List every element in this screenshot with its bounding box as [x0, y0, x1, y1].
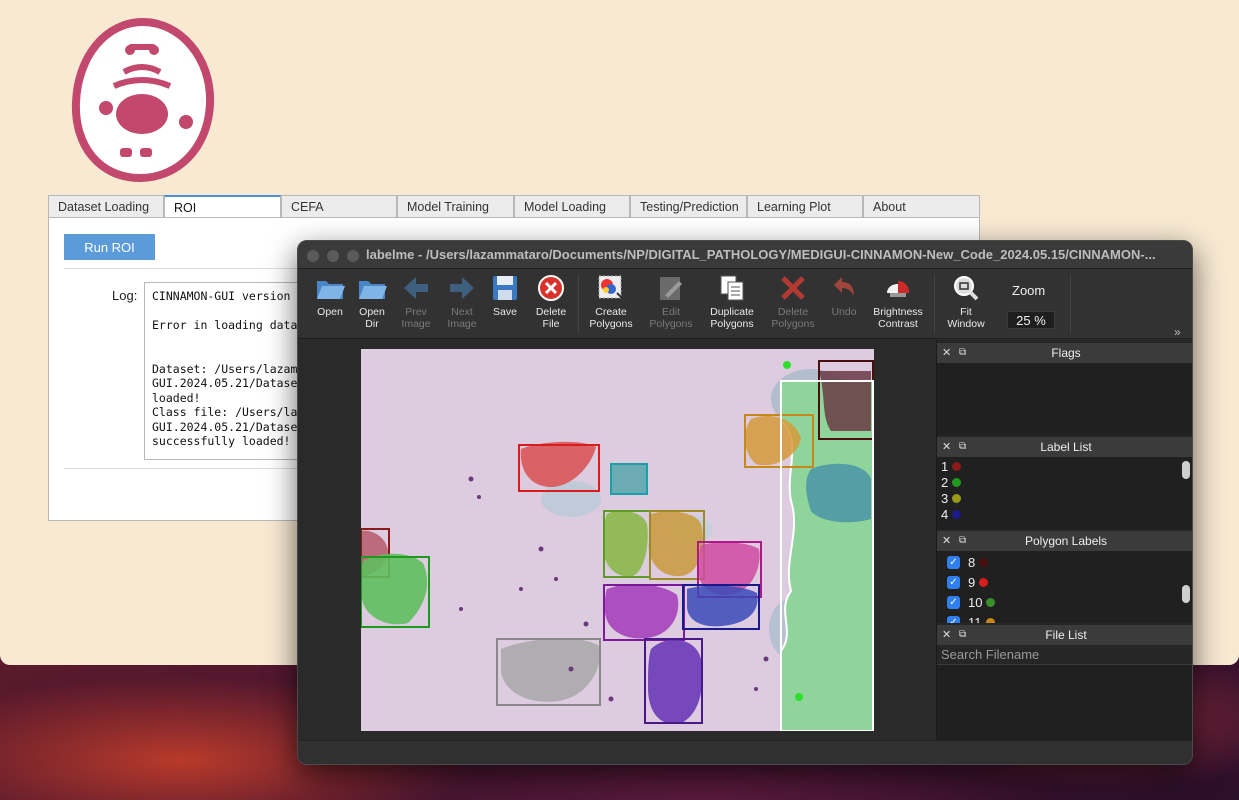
zoom-label: Zoom [1012, 283, 1046, 298]
create-polygon-icon [598, 275, 624, 300]
open-dir-button[interactable]: Open Dir [352, 273, 392, 330]
label-list-dock-header: ✕ ⧉ Label List [937, 437, 1192, 457]
list-item[interactable]: ✓ 9 [947, 575, 989, 590]
polygon-labels-scrollbar[interactable] [1182, 585, 1190, 603]
color-dot [952, 462, 962, 471]
tab-bar: Dataset Loading ROI CEFA Model Training … [48, 195, 980, 218]
arrow-left-icon [404, 277, 428, 299]
zoom-fit-icon [954, 276, 979, 301]
zoom-window-button[interactable] [347, 250, 359, 262]
prev-image-button[interactable]: Prev Image [396, 273, 436, 330]
float-dock-icon[interactable]: ⧉ [959, 437, 966, 457]
brightness-contrast-icon [887, 281, 909, 297]
toolbar-separator [934, 275, 935, 333]
flags-list [937, 363, 1192, 435]
fit-window-button[interactable]: Fit Window [944, 273, 988, 330]
log-label: Log: [112, 288, 138, 303]
checkbox-checked-icon[interactable]: ✓ [947, 596, 960, 609]
tab-cefa[interactable]: CEFA [281, 195, 397, 218]
float-dock-icon[interactable]: ⧉ [959, 625, 966, 645]
close-window-button[interactable] [307, 250, 319, 262]
cinnamon-logo [71, 18, 215, 182]
image-canvas[interactable] [298, 340, 936, 740]
tab-dataset-loading[interactable]: Dataset Loading [48, 195, 164, 218]
tab-model-training[interactable]: Model Training [397, 195, 514, 218]
status-bar [298, 740, 1192, 764]
color-dot [979, 578, 989, 587]
labelme-toolbar: Open Open Dir Prev Image Next Image Save… [298, 269, 1192, 339]
delete-file-button[interactable]: Delete File [530, 273, 572, 330]
create-polygons-button[interactable]: Create Polygons [586, 273, 636, 330]
delete-circle-icon [538, 275, 564, 301]
list-item[interactable]: ✓ 8 [947, 555, 989, 570]
color-dot [986, 598, 996, 607]
folder-open-icon [317, 281, 345, 299]
log-textbox[interactable]: CINNAMON-GUI version Error in loading da… [144, 282, 304, 460]
list-item[interactable]: ✓ 10 [947, 595, 996, 610]
save-button[interactable]: Save [487, 273, 523, 318]
color-dot [952, 478, 962, 487]
next-image-button[interactable]: Next Image [442, 273, 482, 330]
arrow-right-icon [450, 277, 474, 299]
file-list: Search Filename [937, 645, 1192, 740]
list-item[interactable]: ✓ 11 [947, 615, 995, 623]
microscopy-image[interactable] [361, 349, 874, 731]
minimize-window-button[interactable] [327, 250, 339, 262]
polygon-labels-dock-header: ✕ ⧉ Polygon Labels [937, 531, 1192, 551]
undo-button[interactable]: Undo [826, 273, 862, 318]
toolbar-separator [578, 275, 579, 333]
undo-icon [834, 277, 854, 296]
checkbox-checked-icon[interactable]: ✓ [947, 576, 960, 589]
tab-roi[interactable]: ROI [164, 195, 281, 218]
list-item[interactable]: 2 [941, 475, 962, 490]
flags-dock-header: ✕ ⧉ Flags [937, 343, 1192, 363]
color-dot [985, 618, 995, 623]
labelme-titlebar[interactable]: labelme - /Users/lazammataro/Documents/N… [298, 241, 1192, 269]
close-icon[interactable]: ✕ [942, 343, 951, 363]
close-icon[interactable]: ✕ [942, 437, 951, 457]
run-roi-button[interactable]: Run ROI [64, 234, 155, 260]
copy-icon [720, 275, 744, 301]
list-item[interactable]: 4 [941, 507, 962, 522]
color-dot [952, 494, 962, 503]
duplicate-polygons-button[interactable]: Duplicate Polygons [702, 273, 762, 330]
toolbar-overflow-icon[interactable]: » [1174, 325, 1181, 339]
float-dock-icon[interactable]: ⧉ [959, 531, 966, 551]
window-title: labelme - /Users/lazammataro/Documents/N… [366, 247, 1156, 262]
toolbar-separator [1070, 275, 1071, 333]
labelme-window: labelme - /Users/lazammataro/Documents/N… [297, 240, 1193, 765]
list-item[interactable]: 3 [941, 491, 962, 506]
list-item[interactable]: 1 [941, 459, 962, 474]
tab-learning-plot[interactable]: Learning Plot [747, 195, 863, 218]
polygon-labels-list: ✓ 8 ✓ 9 ✓ 10 ✓ 11 [937, 551, 1192, 623]
checkbox-checked-icon[interactable]: ✓ [947, 616, 960, 623]
close-icon[interactable]: ✕ [942, 531, 951, 551]
floppy-disk-icon [493, 276, 517, 300]
edit-polygons-button[interactable]: Edit Polygons [646, 273, 696, 330]
color-dot [979, 558, 989, 567]
label-list: 1 2 3 4 [937, 457, 1192, 529]
open-button[interactable]: Open [310, 273, 350, 318]
tab-testing-prediction[interactable]: Testing/Prediction [630, 195, 747, 218]
search-filename-input[interactable]: Search Filename [937, 645, 1192, 665]
tab-model-loading[interactable]: Model Loading [514, 195, 630, 218]
edit-pencil-icon [660, 277, 682, 300]
delete-polygons-button[interactable]: Delete Polygons [768, 273, 818, 330]
tab-about[interactable]: About [863, 195, 980, 218]
color-dot [952, 510, 962, 519]
zoom-value-field[interactable]: 25 % [1007, 311, 1055, 329]
label-list-scrollbar[interactable] [1182, 461, 1190, 479]
brightness-contrast-button[interactable]: Brightness Contrast [870, 273, 926, 330]
checkbox-checked-icon[interactable]: ✓ [947, 556, 960, 569]
right-dock-panel: ✕ ⧉ Flags ✕ ⧉ Label List 1 2 3 4 ✕ ⧉ Pol… [936, 340, 1192, 740]
delete-x-icon [781, 276, 805, 300]
file-list-dock-header: ✕ ⧉ File List [937, 625, 1192, 645]
folder-icon [359, 281, 387, 299]
float-dock-icon[interactable]: ⧉ [959, 343, 966, 363]
close-icon[interactable]: ✕ [942, 625, 951, 645]
